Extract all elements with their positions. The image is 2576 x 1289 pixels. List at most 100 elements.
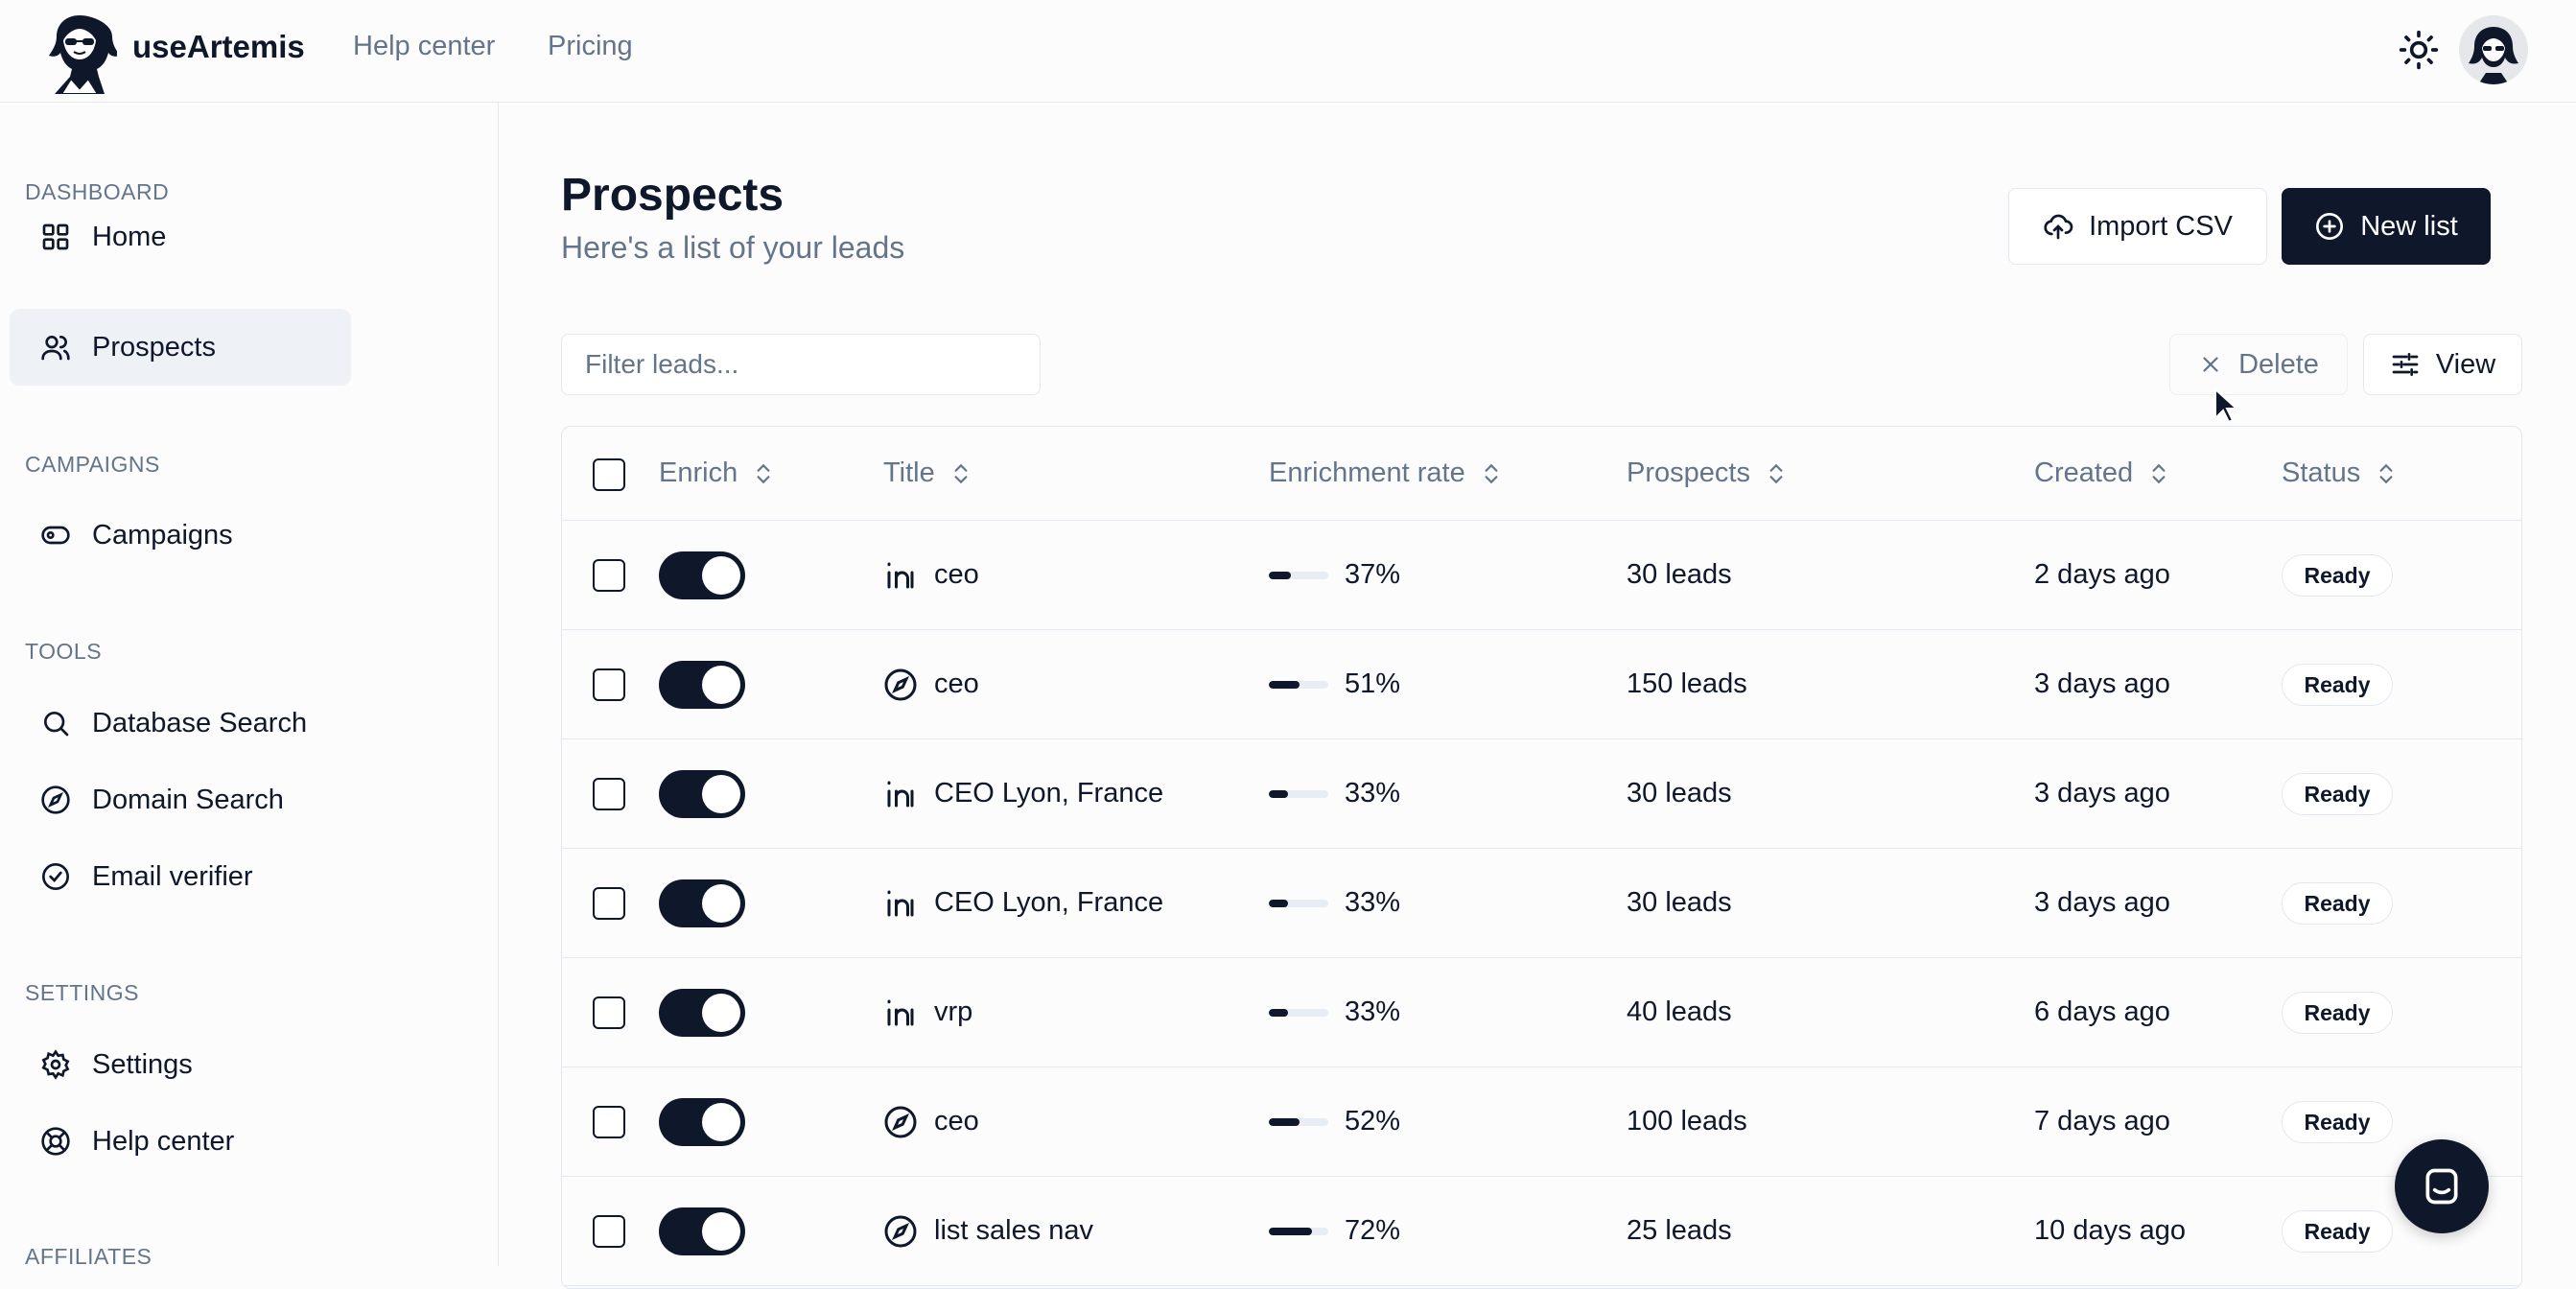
toggle-knob xyxy=(702,1103,740,1141)
toggle-knob xyxy=(702,666,740,704)
brand-name[interactable]: useArtemis xyxy=(132,29,305,65)
enrichment-rate-value: 37% xyxy=(1345,559,1401,590)
plus-circle-icon xyxy=(2316,213,2344,240)
toggle-knob xyxy=(702,884,740,923)
select-all-checkbox[interactable] xyxy=(593,458,625,491)
row-title: CEO Lyon, France xyxy=(934,778,1164,809)
compass-icon xyxy=(883,1105,918,1139)
compass-icon xyxy=(41,785,70,814)
status-badge: Ready xyxy=(2282,773,2393,815)
sidebar-item-home[interactable]: Home xyxy=(10,199,351,275)
page-subtitle: Here's a list of your leads xyxy=(561,230,905,265)
row-title: ceo xyxy=(934,668,979,699)
enrichment-rate-bar xyxy=(1269,572,1328,579)
sidebar-item-database-search[interactable]: Database Search xyxy=(10,685,351,762)
status-badge: Ready xyxy=(2282,1101,2393,1143)
row-title: ceo xyxy=(934,1106,979,1137)
created-date: 3 days ago xyxy=(2034,887,2170,918)
prospects-count: 100 leads xyxy=(1627,1106,1747,1137)
prospects-count: 30 leads xyxy=(1627,887,1732,918)
linkedin-icon xyxy=(883,996,918,1030)
prospects-count: 150 leads xyxy=(1627,668,1747,699)
created-date: 6 days ago xyxy=(2034,996,2170,1027)
sidebar-item-label: Prospects xyxy=(92,331,216,363)
row-checkbox[interactable] xyxy=(593,778,625,810)
enrich-toggle[interactable] xyxy=(659,551,745,599)
import-csv-button[interactable]: Import CSV xyxy=(2008,188,2267,265)
row-checkbox[interactable] xyxy=(593,668,625,701)
enrichment-rate-value: 72% xyxy=(1345,1215,1401,1246)
artemis-logo-icon[interactable] xyxy=(42,12,117,94)
created-date: 10 days ago xyxy=(2034,1215,2187,1246)
sidebar-item-label: Home xyxy=(92,221,167,252)
table-row[interactable]: list sales nav 72% 25 leads 10 days ago Read… xyxy=(562,1177,2521,1286)
table-row[interactable]: ceo 52% 100 leads 7 days ago Ready xyxy=(562,1067,2521,1177)
enrichment-rate-value: 33% xyxy=(1345,996,1401,1027)
prospects-count: 30 leads xyxy=(1627,559,1732,590)
table-row[interactable]: ceo 37% 30 leads 2 days ago Ready xyxy=(562,521,2521,630)
enrich-toggle[interactable] xyxy=(659,661,745,709)
sort-icon xyxy=(954,463,968,483)
linkedin-icon xyxy=(883,777,918,811)
enrichment-rate-fill xyxy=(1269,1118,1300,1126)
sort-icon xyxy=(1485,463,1498,483)
enrich-toggle[interactable] xyxy=(659,770,745,818)
top-bar: useArtemis Help center Pricing xyxy=(0,0,2576,103)
grid-icon xyxy=(42,223,69,250)
enrichment-rate-value: 33% xyxy=(1345,887,1401,918)
column-status[interactable]: Status xyxy=(2282,457,2399,489)
row-checkbox[interactable] xyxy=(593,1106,625,1138)
sidebar-item-help-center[interactable]: Help center xyxy=(10,1103,351,1180)
status-badge: Ready xyxy=(2282,1210,2393,1253)
sort-icon xyxy=(757,463,770,483)
toggle-knob xyxy=(702,556,740,595)
table-row[interactable]: CEO Lyon, France 33% 30 leads 3 days ago Rea… xyxy=(562,849,2521,958)
table-row[interactable]: vrp 33% 40 leads 6 days ago Ready xyxy=(562,958,2521,1067)
enrichment-rate-fill xyxy=(1269,681,1300,689)
enrichment-rate-bar xyxy=(1269,900,1328,907)
column-title[interactable]: Title xyxy=(883,457,973,489)
column-prospects[interactable]: Prospects xyxy=(1627,457,1789,489)
user-avatar[interactable] xyxy=(2459,15,2528,84)
filter-leads-input[interactable] xyxy=(561,334,1041,395)
row-checkbox[interactable] xyxy=(593,887,625,920)
column-created[interactable]: Created xyxy=(2034,457,2171,489)
sun-icon[interactable] xyxy=(2398,29,2440,71)
close-icon xyxy=(2203,357,2218,372)
sidebar-item-domain-search[interactable]: Domain Search xyxy=(10,762,351,838)
enrich-toggle[interactable] xyxy=(659,1207,745,1255)
chat-launcher-button[interactable] xyxy=(2395,1139,2489,1233)
row-checkbox[interactable] xyxy=(593,1215,625,1248)
sidebar-item-campaigns[interactable]: Campaigns xyxy=(10,497,351,574)
sidebar-item-label: Domain Search xyxy=(92,784,284,815)
enrich-toggle[interactable] xyxy=(659,1098,745,1146)
chat-icon xyxy=(2425,1168,2458,1205)
delete-button[interactable]: Delete xyxy=(2169,334,2348,395)
sidebar-item-prospects[interactable]: Prospects xyxy=(10,309,351,386)
sidebar-item-settings[interactable]: Settings xyxy=(10,1026,351,1103)
gear-icon xyxy=(41,1049,70,1080)
search-icon xyxy=(44,712,69,737)
enrichment-rate-bar xyxy=(1269,1118,1328,1126)
nav-pricing[interactable]: Pricing xyxy=(548,31,633,62)
sidebar-item-label: Help center xyxy=(92,1125,235,1157)
table-row[interactable]: CEO Lyon, France 33% 30 leads 3 days ago Rea… xyxy=(562,739,2521,849)
row-title: ceo xyxy=(934,559,979,590)
sidebar-item-email-verifier[interactable]: Email verifier xyxy=(10,838,351,915)
prospects-count: 40 leads xyxy=(1627,996,1732,1027)
enrichment-rate-bar xyxy=(1269,1228,1328,1235)
column-enrichment-rate[interactable]: Enrichment rate xyxy=(1269,457,1504,489)
compass-icon xyxy=(883,1214,918,1249)
new-list-button[interactable]: New list xyxy=(2282,188,2491,265)
row-checkbox[interactable] xyxy=(593,996,625,1029)
enrich-toggle[interactable] xyxy=(659,989,745,1037)
created-date: 3 days ago xyxy=(2034,668,2170,699)
enrich-toggle[interactable] xyxy=(659,879,745,927)
table-row[interactable]: ceo 51% 150 leads 3 days ago Ready xyxy=(562,630,2521,739)
nav-help-center[interactable]: Help center xyxy=(353,31,495,62)
column-enrich[interactable]: Enrich xyxy=(659,457,776,489)
toggle-knob xyxy=(702,1212,740,1251)
view-button[interactable]: View xyxy=(2363,334,2522,395)
row-checkbox[interactable] xyxy=(593,559,625,592)
lifebuoy-icon xyxy=(41,1127,70,1156)
